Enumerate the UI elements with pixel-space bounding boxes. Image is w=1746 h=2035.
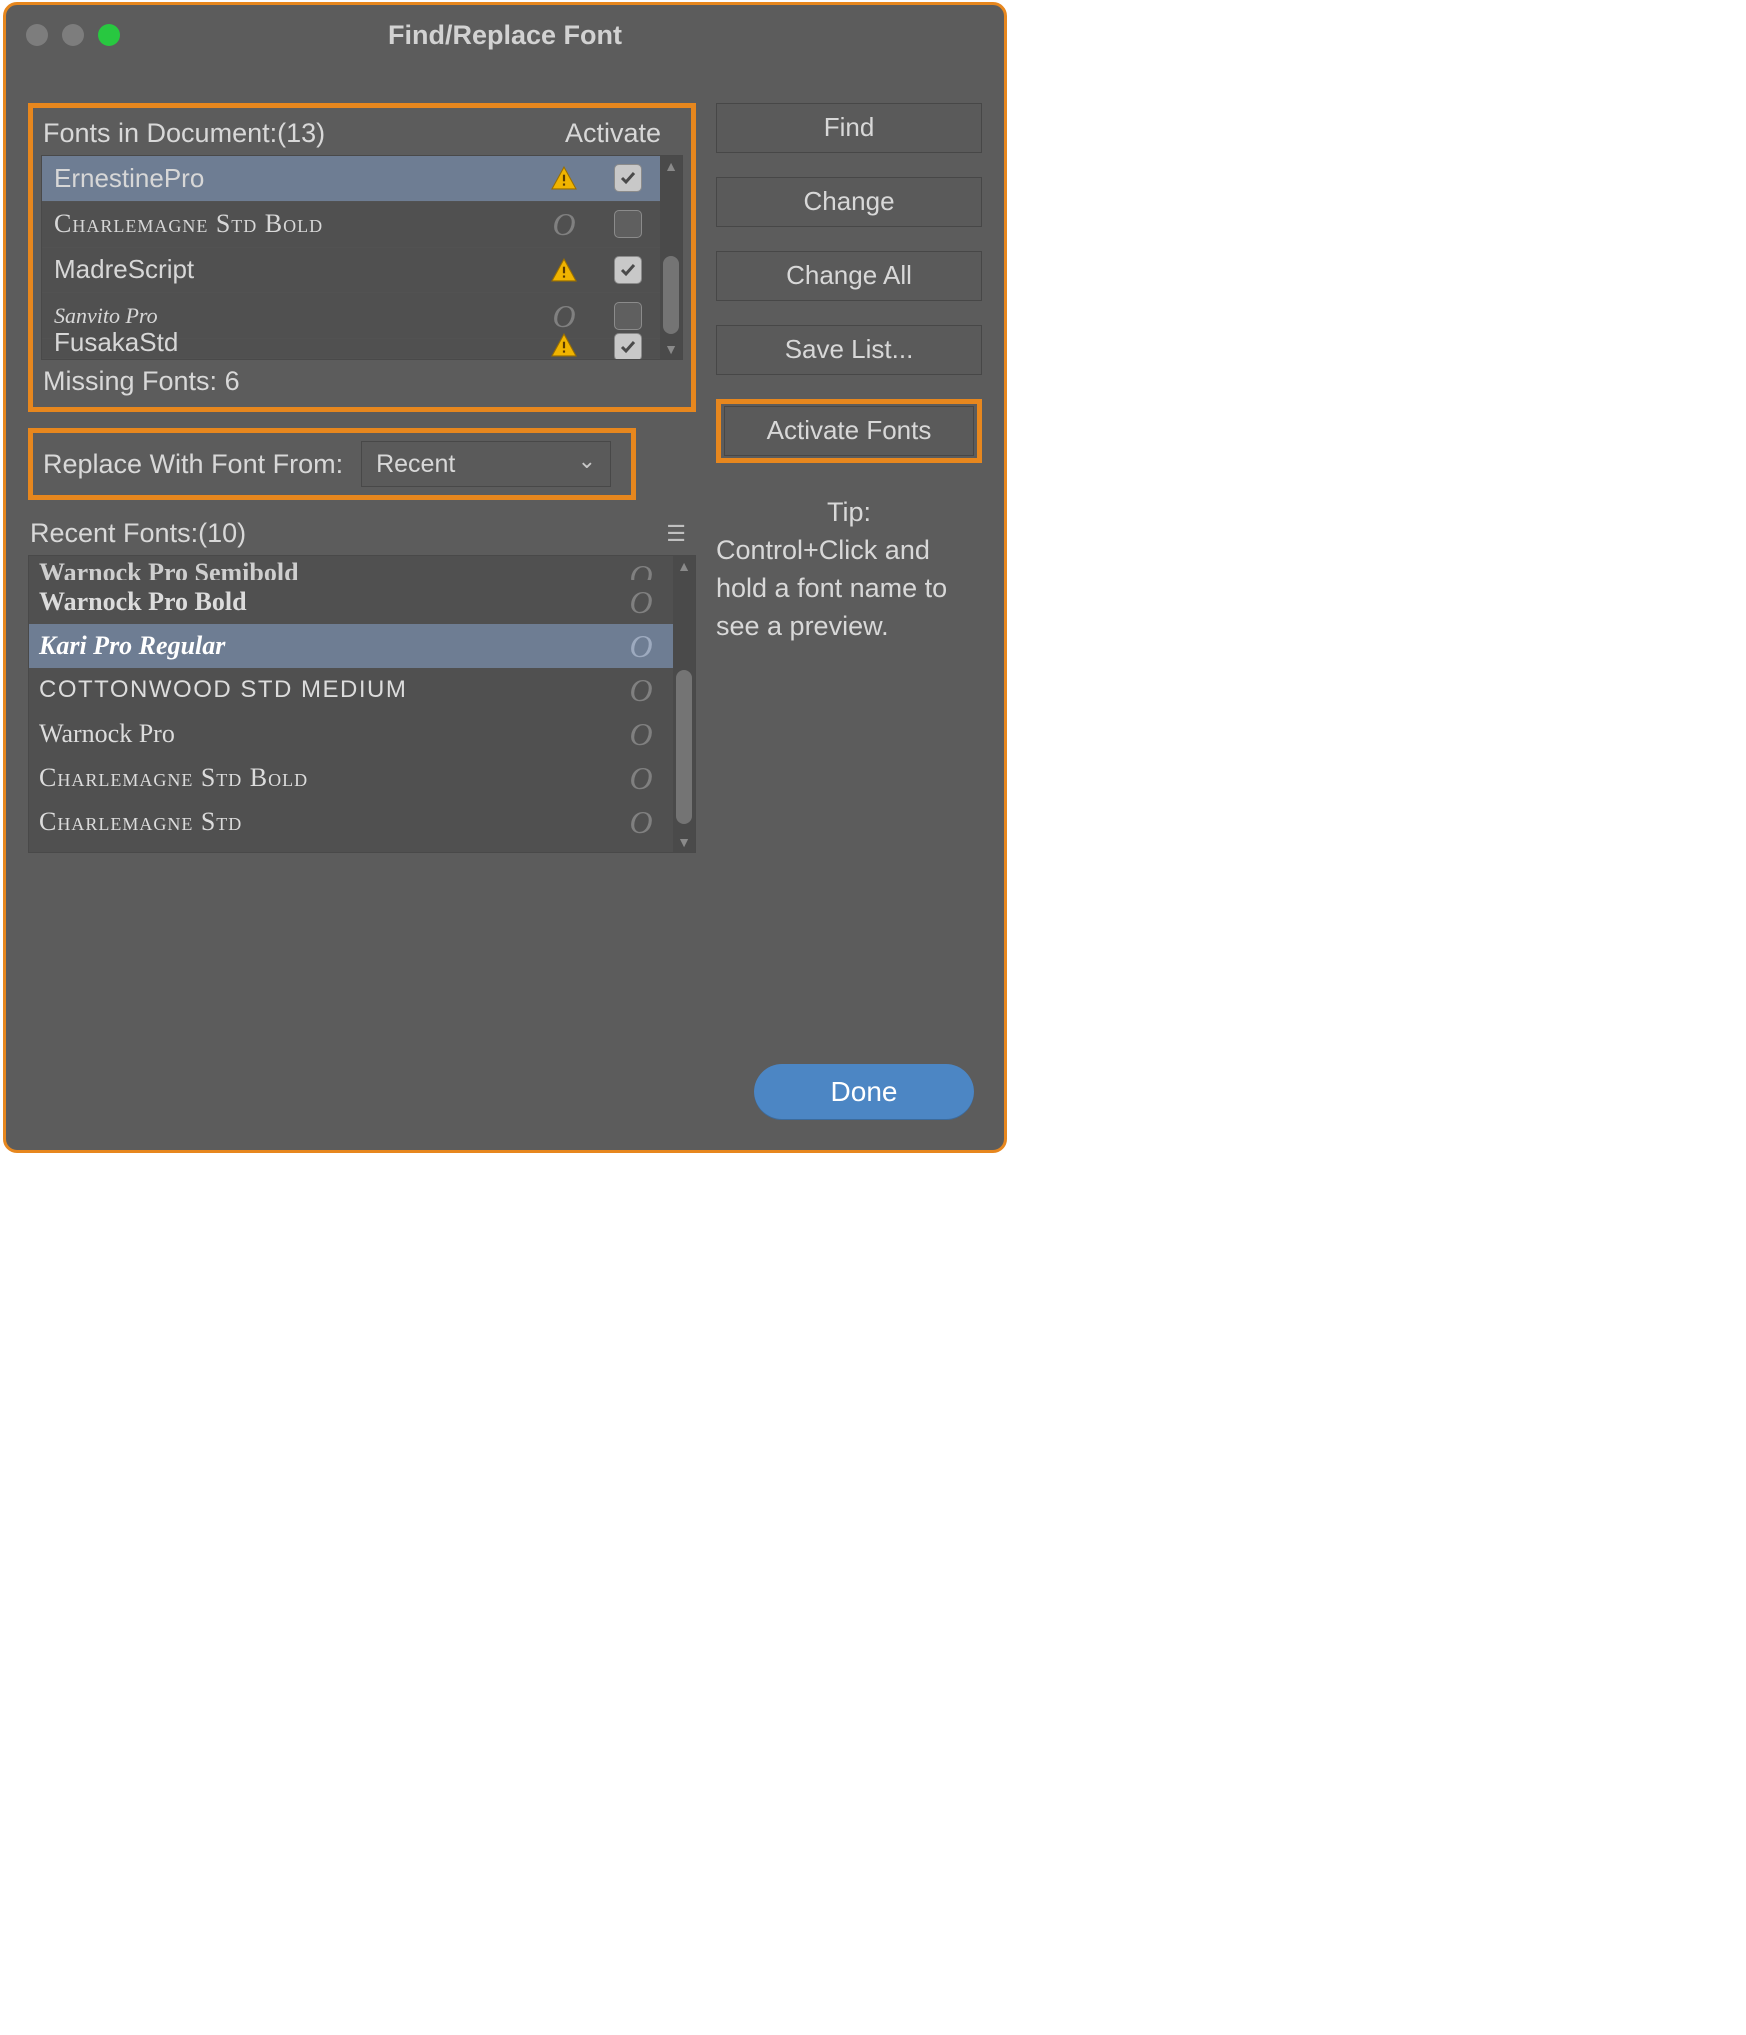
recent-font-row[interactable]: COTTONWOOD STD MEDIUM O [29, 668, 673, 712]
opentype-icon: O [609, 636, 673, 656]
recent-font-row[interactable]: Warnock Pro Semibold O [29, 556, 673, 580]
find-button[interactable]: Find [716, 103, 982, 153]
close-window-button[interactable] [26, 24, 48, 46]
recent-font-row[interactable]: Kari Pro Regular O [29, 624, 673, 668]
opentype-icon: O [609, 724, 673, 744]
font-name: Kari Pro Regular [39, 631, 609, 661]
font-row[interactable]: FusakaStd [42, 339, 660, 359]
activate-checkbox[interactable] [614, 164, 642, 192]
font-name: COTTONWOOD STD MEDIUM [39, 676, 609, 704]
activate-fonts-highlight: Activate Fonts [716, 399, 982, 463]
chevron-down-icon[interactable]: ▼ [673, 836, 695, 848]
replace-with-label: Replace With Font From: [43, 449, 343, 480]
replace-with-font-from-panel: Replace With Font From: Recent [28, 428, 636, 500]
opentype-icon: O [609, 812, 673, 832]
minimize-window-button[interactable] [62, 24, 84, 46]
tip-head: Tip: [716, 493, 982, 531]
font-name: ErnestinePro [54, 163, 532, 194]
recent-fonts-list[interactable]: Warnock Pro Semibold O Warnock Pro Bold … [28, 555, 696, 853]
scrollbar[interactable]: ▲ ▼ [660, 156, 682, 359]
scrollbar-thumb[interactable] [676, 670, 692, 824]
font-name: Charlemagne Std Bold [54, 209, 532, 239]
recent-fonts-label: Recent Fonts: [30, 518, 198, 549]
window-title: Find/Replace Font [6, 20, 1004, 51]
change-button[interactable]: Change [716, 177, 982, 227]
tip-text: Tip: Control+Click and hold a font name … [716, 493, 982, 645]
activate-fonts-button[interactable]: Activate Fonts [724, 406, 974, 456]
fonts-in-document-panel: Fonts in Document: (13) Activate Ernesti… [28, 103, 696, 412]
recent-font-row[interactable]: Charlemagne Std O [29, 800, 673, 844]
font-name: Warnock Pro Semibold [39, 558, 609, 580]
font-name: MadreScript [54, 254, 532, 285]
activate-checkbox[interactable] [614, 256, 642, 284]
change-all-button[interactable]: Change All [716, 251, 982, 301]
titlebar: Find/Replace Font [6, 5, 1004, 65]
recent-font-row[interactable]: Warnock Pro O [29, 712, 673, 756]
chevron-down-icon[interactable]: ▼ [660, 343, 682, 355]
recent-font-row[interactable]: Warnock Pro Bold O [29, 580, 673, 624]
find-replace-font-dialog: Find/Replace Font Fonts in Document: (13… [3, 2, 1007, 1153]
list-options-icon[interactable]: ☰ [666, 521, 688, 547]
warning-icon [532, 166, 596, 190]
opentype-icon: O [609, 592, 673, 612]
missing-fonts-count: 6 [225, 366, 240, 396]
opentype-icon: O [609, 680, 673, 700]
replace-source-selected: Recent [376, 450, 455, 479]
font-row[interactable]: ErnestinePro [42, 156, 660, 202]
warning-icon [532, 333, 596, 357]
chevron-up-icon[interactable]: ▲ [660, 160, 682, 172]
activate-checkbox[interactable] [614, 302, 642, 330]
activate-checkbox[interactable] [614, 210, 642, 238]
font-row[interactable]: MadreScript [42, 248, 660, 294]
opentype-icon: O [609, 560, 673, 580]
replace-source-dropdown[interactable]: Recent [361, 441, 611, 487]
chevron-up-icon[interactable]: ▲ [673, 560, 695, 572]
activate-column-label: Activate [565, 118, 681, 149]
opentype-icon: O [609, 768, 673, 788]
font-name: Charlemagne Std Bold [39, 763, 609, 793]
opentype-icon: O [532, 306, 596, 326]
font-name: Charlemagne Std [39, 807, 609, 837]
scrollbar[interactable]: ▲ ▼ [673, 556, 695, 852]
save-list-button[interactable]: Save List... [716, 325, 982, 375]
fonts-in-document-label: Fonts in Document: [43, 118, 277, 149]
warning-icon [532, 258, 596, 282]
recent-fonts-count: (10) [198, 518, 246, 549]
fonts-in-document-count: (13) [277, 118, 325, 149]
font-row[interactable]: Charlemagne Std Bold O [42, 202, 660, 248]
activate-checkbox[interactable] [614, 333, 642, 360]
opentype-icon: O [532, 214, 596, 234]
zoom-window-button[interactable] [98, 24, 120, 46]
recent-font-row[interactable]: Charlemagne Std Bold O [29, 756, 673, 800]
tip-body: Control+Click and hold a font name to se… [716, 535, 947, 641]
font-name: Warnock Pro Bold [39, 587, 609, 617]
font-name: Sanvito Pro [54, 303, 532, 329]
fonts-in-document-list[interactable]: ErnestinePro Charlemagne Std B [41, 155, 683, 360]
font-name: FusakaStd [54, 327, 532, 358]
window-controls [6, 24, 120, 46]
font-name: Warnock Pro [39, 719, 609, 749]
missing-fonts-label: Missing Fonts: [43, 366, 225, 396]
done-button[interactable]: Done [754, 1064, 974, 1120]
scrollbar-thumb[interactable] [663, 256, 679, 334]
